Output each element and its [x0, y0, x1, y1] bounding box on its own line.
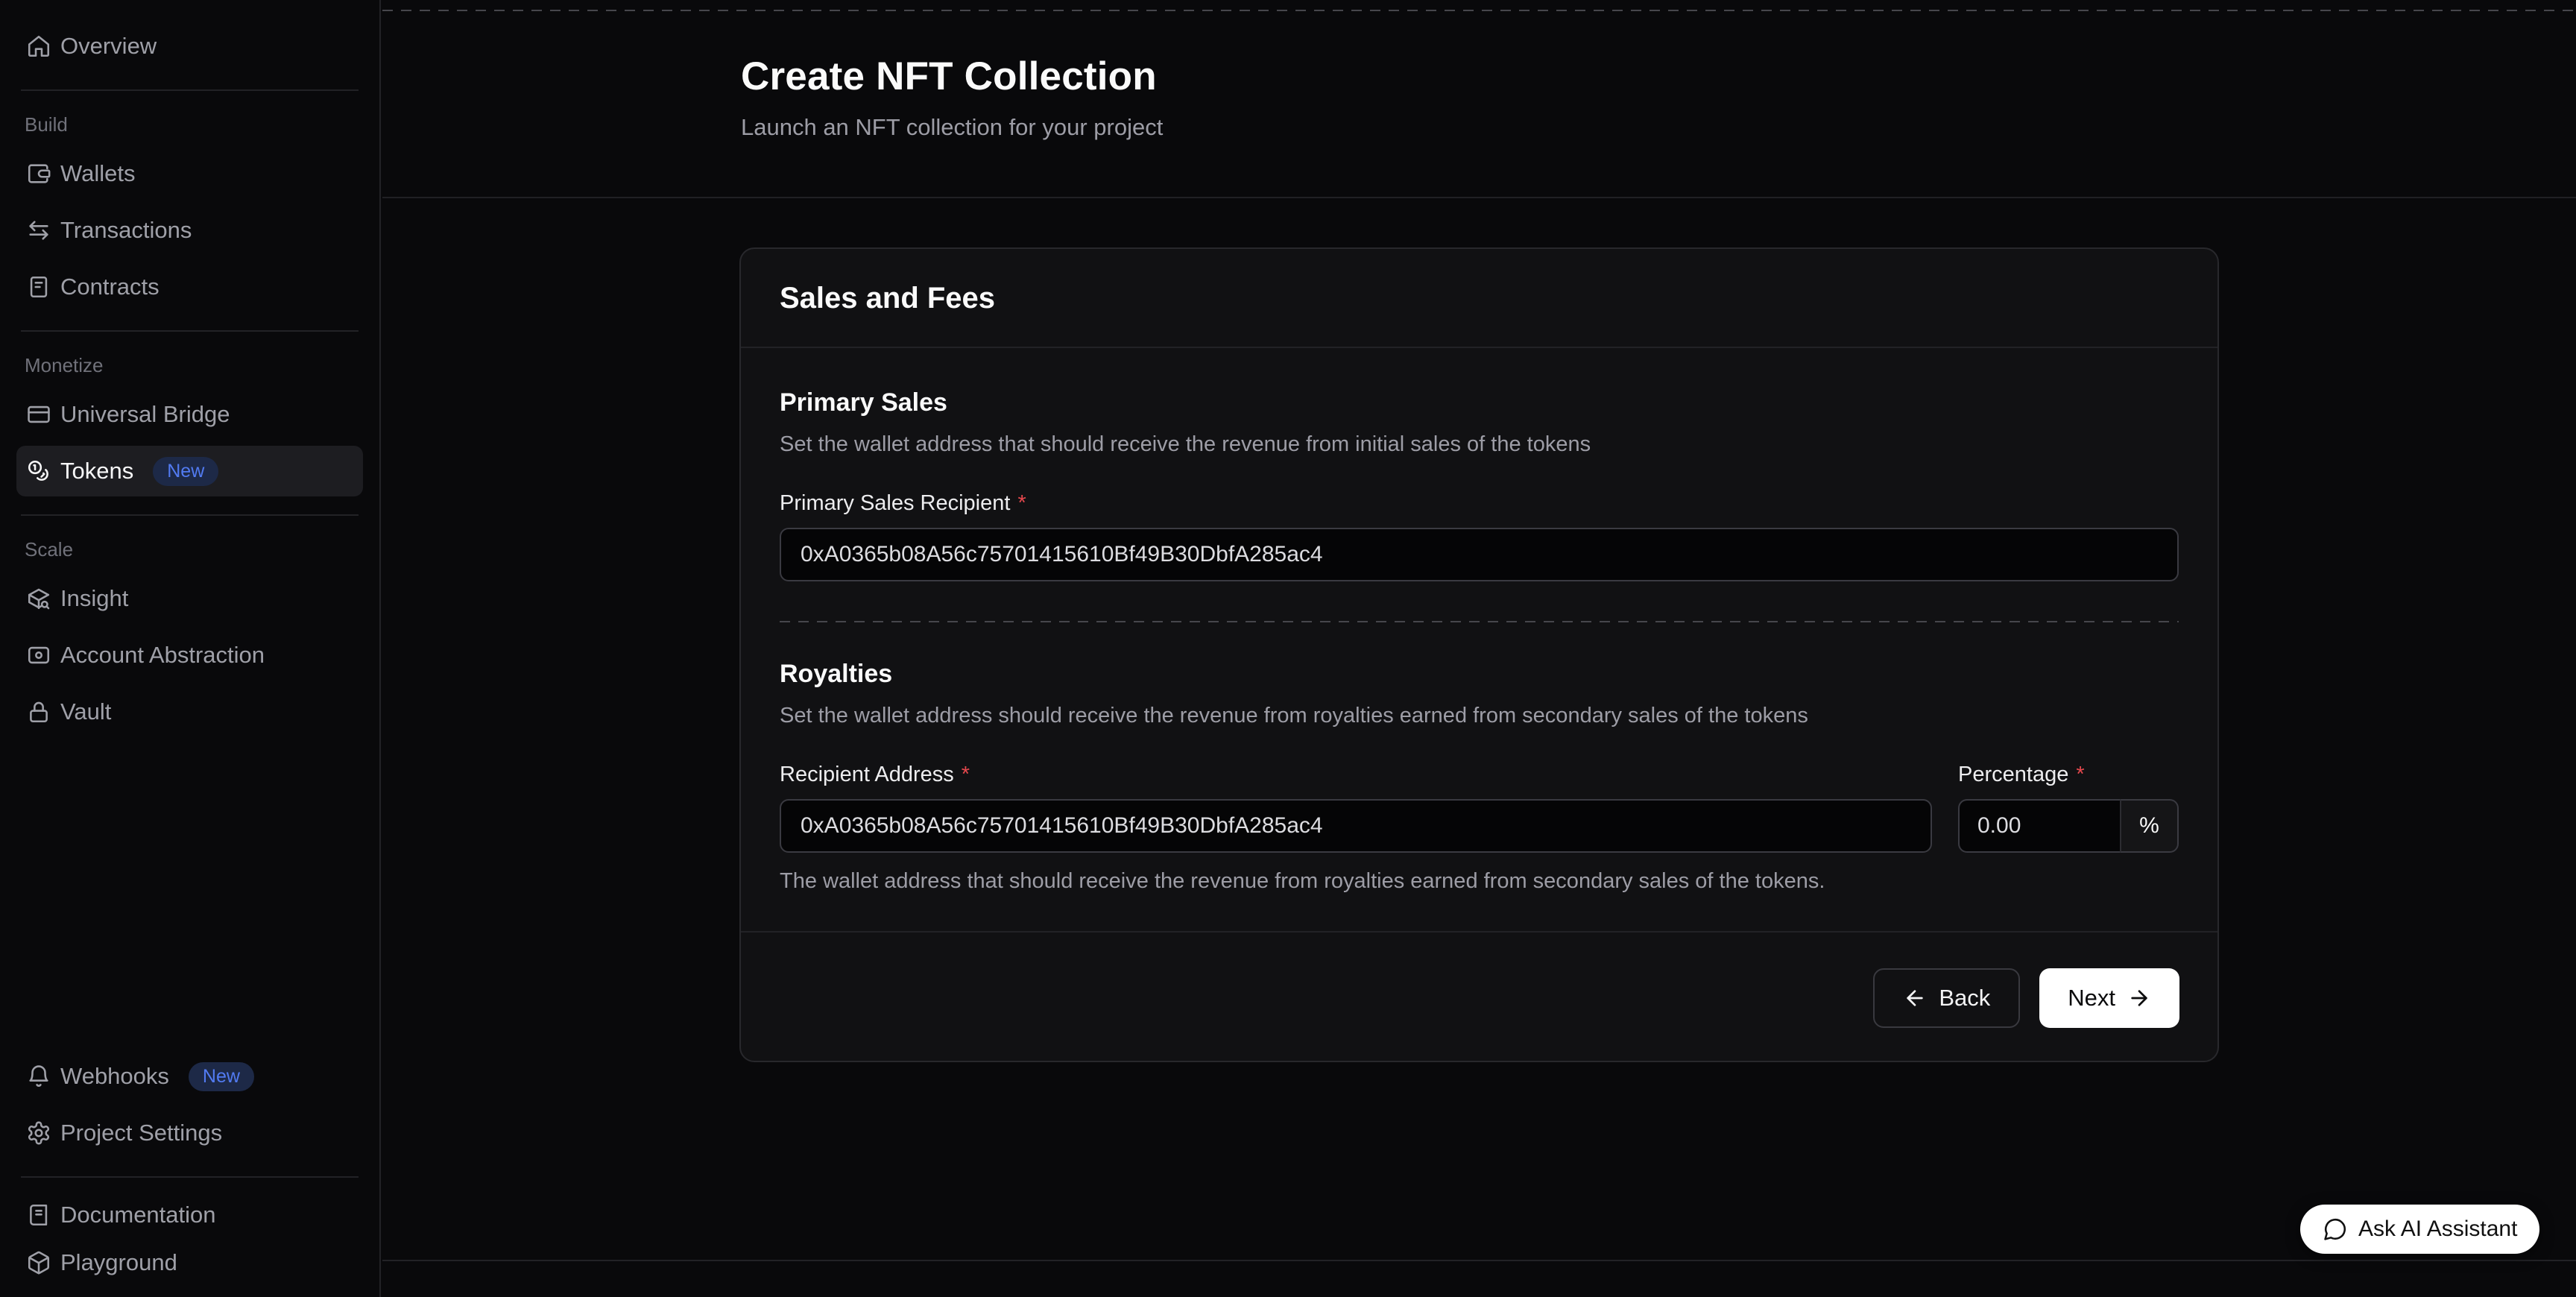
- royalties-description: Set the wallet address should receive th…: [780, 704, 2179, 728]
- royalties-fields-row: Recipient Address * Percentage * %: [780, 728, 2179, 853]
- sidebar-item-overview[interactable]: Overview: [16, 21, 363, 72]
- gear-icon: [26, 1120, 51, 1146]
- sidebar-item-label: Tokens: [60, 458, 133, 485]
- sidebar-item-account-abstraction[interactable]: Account Abstraction: [16, 630, 363, 681]
- sidebar-item-label: Contracts: [60, 274, 160, 300]
- sidebar-divider: [21, 330, 359, 332]
- sidebar-item-playground[interactable]: Playground: [16, 1246, 363, 1297]
- sidebar-item-webhooks[interactable]: Webhooks New: [16, 1051, 363, 1102]
- coins-icon: [26, 458, 51, 484]
- percentage-input-group: %: [1958, 799, 2179, 853]
- required-asterisk: *: [1017, 491, 1026, 516]
- sidebar-item-universal-bridge[interactable]: Universal Bridge: [16, 389, 363, 440]
- arrow-left-icon: [1903, 986, 1927, 1010]
- sidebar-item-tokens[interactable]: Tokens New: [16, 446, 363, 496]
- book-icon: [26, 1202, 51, 1228]
- card-footer: Back Next: [741, 931, 2217, 1061]
- sidebar-spacer: [0, 737, 379, 1051]
- sidebar-item-label: Project Settings: [60, 1120, 222, 1146]
- sidebar-item-label: Universal Bridge: [60, 401, 230, 428]
- royalties-helper-text: The wallet address that should receive t…: [780, 869, 2179, 931]
- sidebar-item-label: Wallets: [60, 160, 135, 187]
- sidebar-item-label: Webhooks: [60, 1063, 169, 1090]
- required-asterisk: *: [962, 763, 970, 787]
- sidebar-divider: [21, 89, 359, 91]
- credit-card-icon: [26, 402, 51, 427]
- bell-icon: [26, 1064, 51, 1089]
- sidebar: Overview Build Wallets Transactions Cont…: [0, 0, 381, 1297]
- royalties-heading: Royalties: [780, 660, 2179, 689]
- primary-sales-recipient-input[interactable]: [780, 528, 2179, 581]
- page-title: Create NFT Collection: [741, 54, 2576, 99]
- primary-sales-section: Primary Sales Set the wallet address tha…: [741, 348, 2217, 622]
- sidebar-section-scale: Scale: [25, 538, 363, 561]
- back-button-label: Back: [1939, 985, 1990, 1012]
- primary-sales-recipient-label: Primary Sales Recipient *: [780, 491, 2179, 516]
- page-subtitle: Launch an NFT collection for your projec…: [741, 114, 2576, 141]
- app-root: Overview Build Wallets Transactions Cont…: [0, 0, 2576, 1297]
- sidebar-item-insight[interactable]: Insight: [16, 573, 363, 624]
- primary-sales-description: Set the wallet address that should recei…: [780, 432, 2179, 457]
- page-header: Create NFT Collection Launch an NFT coll…: [382, 0, 2576, 198]
- sales-and-fees-card: Sales and Fees Primary Sales Set the wal…: [739, 247, 2219, 1062]
- sidebar-item-transactions[interactable]: Transactions: [16, 205, 363, 256]
- required-asterisk: *: [2076, 763, 2084, 787]
- next-button[interactable]: Next: [2039, 968, 2179, 1028]
- percent-suffix: %: [2120, 799, 2179, 853]
- package-search-icon: [26, 586, 51, 611]
- new-badge: New: [189, 1062, 254, 1091]
- card-header: Sales and Fees: [741, 249, 2217, 348]
- sidebar-item-contracts[interactable]: Contracts: [16, 262, 363, 312]
- arrow-right-icon: [2127, 986, 2151, 1010]
- sidebar-section-build: Build: [25, 113, 363, 136]
- royalty-percentage-input[interactable]: [1958, 799, 2120, 853]
- sidebar-item-wallets[interactable]: Wallets: [16, 148, 363, 199]
- sidebar-divider: [21, 514, 359, 516]
- ask-ai-assistant-button[interactable]: Ask AI Assistant: [2300, 1205, 2539, 1254]
- main-content: Create NFT Collection Launch an NFT coll…: [382, 0, 2576, 1297]
- document-icon: [26, 274, 51, 300]
- sidebar-divider: [21, 1176, 359, 1178]
- sidebar-item-label: Playground: [60, 1249, 177, 1276]
- royalty-recipient-field: Recipient Address *: [780, 728, 1932, 853]
- house-icon: [26, 34, 51, 59]
- chat-bubble-icon: [2323, 1216, 2348, 1242]
- new-badge: New: [153, 457, 218, 486]
- sidebar-item-vault[interactable]: Vault: [16, 687, 363, 737]
- royalty-recipient-input[interactable]: [780, 799, 1932, 853]
- sidebar-item-label: Vault: [60, 698, 111, 725]
- royalty-percentage-label: Percentage *: [1958, 763, 2179, 787]
- royalties-section: Royalties Set the wallet address should …: [741, 622, 2217, 931]
- lock-icon: [26, 699, 51, 725]
- arrows-left-right-icon: [26, 218, 51, 243]
- content-bottom-border: [382, 1260, 2576, 1261]
- ask-ai-assistant-label: Ask AI Assistant: [2358, 1216, 2517, 1242]
- primary-sales-heading: Primary Sales: [780, 388, 2179, 417]
- sidebar-item-documentation[interactable]: Documentation: [16, 1190, 363, 1240]
- sidebar-item-label: Overview: [60, 33, 157, 60]
- sidebar-item-project-settings[interactable]: Project Settings: [16, 1108, 363, 1158]
- next-button-label: Next: [2068, 985, 2115, 1012]
- royalty-percentage-field: Percentage * %: [1958, 728, 2179, 853]
- sidebar-item-label: Account Abstraction: [60, 642, 265, 669]
- royalty-recipient-label: Recipient Address *: [780, 763, 1932, 787]
- box-3d-icon: [26, 1250, 51, 1275]
- sidebar-section-monetize: Monetize: [25, 354, 363, 377]
- wallet-card-icon: [26, 643, 51, 668]
- sidebar-item-label: Transactions: [60, 217, 192, 244]
- wallet-icon: [26, 161, 51, 186]
- back-button[interactable]: Back: [1873, 968, 2020, 1028]
- card-title: Sales and Fees: [780, 282, 2179, 315]
- sidebar-item-label: Insight: [60, 585, 128, 612]
- sidebar-item-label: Documentation: [60, 1202, 216, 1228]
